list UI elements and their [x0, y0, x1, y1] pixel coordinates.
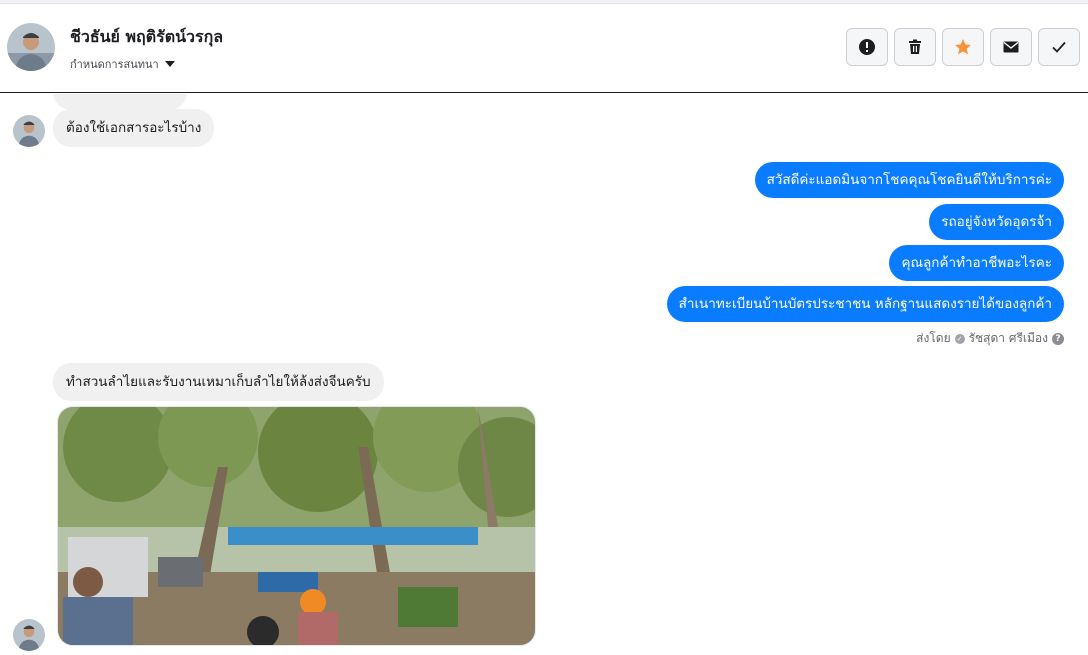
conversation-settings-label: กำหนดการสนทนา — [70, 58, 159, 71]
check-icon — [1052, 41, 1066, 53]
outgoing-message[interactable]: สำเนาทะเบียนบ้านบัตรประชาชน หลักฐานแสดงร… — [666, 286, 1064, 322]
incoming-message[interactable]: ต้องใช้เอกสารอะไรบ้าง — [53, 109, 215, 147]
done-button[interactable] — [1038, 28, 1080, 66]
star-button[interactable] — [942, 28, 984, 66]
incoming-message[interactable]: ทำสวนลำไยและรับงานเหมาเก็บลำไยให้ล้งส่งจ… — [53, 363, 384, 401]
avatar[interactable] — [13, 115, 45, 147]
envelope-icon — [1003, 41, 1019, 53]
agent-avatar-icon: ✓ — [954, 333, 965, 344]
caret-down-icon — [164, 61, 175, 67]
message-bubble-partial — [53, 94, 187, 110]
contact-name: ชีวธันย์ พฤติรัตน์วรกุล — [70, 27, 224, 46]
delete-button[interactable] — [894, 28, 936, 66]
header-actions — [846, 28, 1080, 66]
help-icon[interactable]: ? — [1052, 332, 1064, 345]
sent-by-info: ส่งโดย ✓ รัชสุดา ศรีเมือง ? — [916, 329, 1064, 348]
message-thread[interactable]: ต้องใช้เอกสารอะไรบ้าง สวัสดีค่ะแอดมินจาก… — [0, 94, 1088, 655]
avatar[interactable] — [13, 619, 45, 651]
star-icon — [955, 39, 971, 55]
outgoing-message[interactable]: คุณลูกค้าทำอาชีพอะไรคะ — [889, 245, 1064, 281]
avatar[interactable] — [7, 23, 55, 71]
exclamation-icon — [859, 39, 875, 55]
report-button[interactable] — [846, 28, 888, 66]
mail-button[interactable] — [990, 28, 1032, 66]
conversation-header: ชีวธันย์ พฤติรัตน์วรกุล กำหนดการสนทนา — [0, 4, 1088, 93]
outgoing-message[interactable]: สวัสดีค่ะแอดมินจากโชคคุณโชคยินดีให้บริกา… — [754, 162, 1064, 198]
trash-icon — [909, 39, 921, 54]
sent-by-label: ส่งโดย — [916, 331, 951, 345]
sent-by-name[interactable]: รัชสุดา ศรีเมือง — [969, 329, 1048, 348]
outgoing-message[interactable]: รถอยู่จังหวัดอุดรจ้า — [929, 204, 1064, 240]
message-photo[interactable] — [57, 406, 536, 646]
conversation-settings-dropdown[interactable]: กำหนดการสนทนา — [70, 55, 175, 73]
